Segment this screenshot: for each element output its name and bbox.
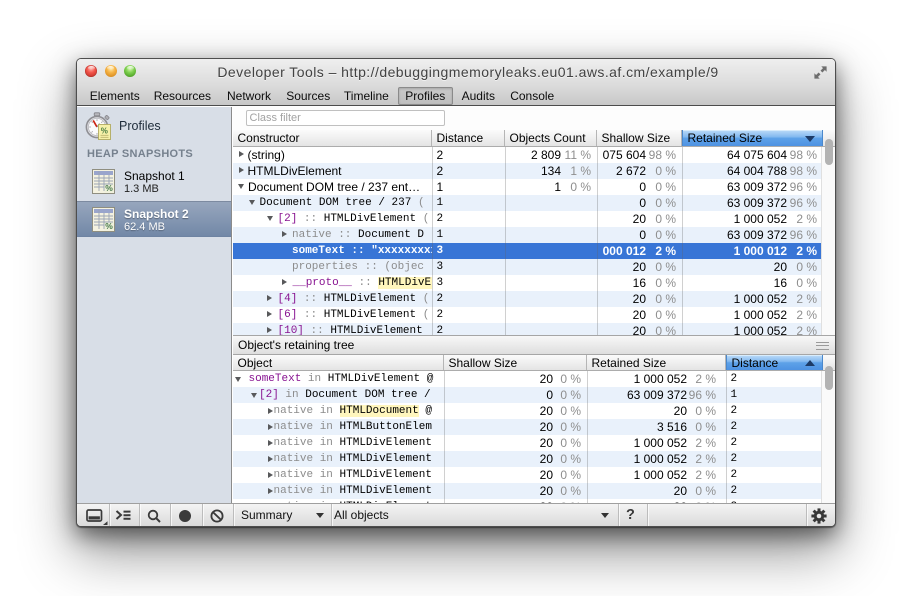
svg-text:%: %: [105, 221, 113, 231]
svg-text:%: %: [101, 127, 108, 136]
svg-text:%: %: [105, 183, 113, 193]
